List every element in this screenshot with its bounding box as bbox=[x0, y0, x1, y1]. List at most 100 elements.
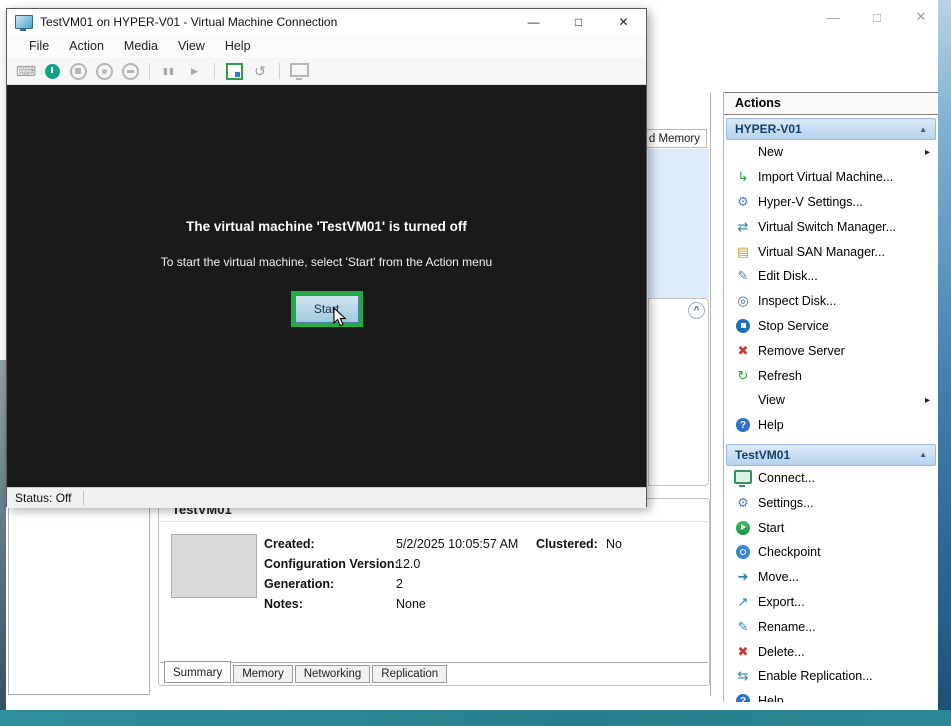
step-icon[interactable]: ▶ bbox=[182, 60, 208, 83]
submenu-arrow-icon: ▸ bbox=[925, 147, 930, 158]
ctrl-alt-del-keyboard-icon[interactable]: ⌨ bbox=[13, 60, 39, 83]
action-help[interactable]: ? Help bbox=[724, 413, 938, 438]
tab-networking[interactable]: Networking bbox=[295, 665, 371, 683]
vmc-window-controls: — □ ✕ bbox=[511, 9, 646, 34]
turn-off-icon[interactable] bbox=[65, 60, 91, 83]
highlight-annotation-box: Start bbox=[291, 291, 363, 327]
enhanced-session-icon[interactable] bbox=[286, 60, 312, 83]
vmc-titlebar[interactable]: TestVM01 on HYPER-V01 - Virtual Machine … bbox=[7, 9, 646, 34]
field-label-configuration-version: Configuration Version: bbox=[264, 557, 399, 571]
action-delete[interactable]: ✖ Delete... bbox=[724, 639, 938, 664]
manager-minimize-icon[interactable]: — bbox=[818, 4, 848, 30]
action-vm-help[interactable]: ? Help bbox=[724, 689, 938, 702]
manager-close-icon[interactable]: ✕ bbox=[906, 4, 936, 30]
checkpoint-toolbar-icon[interactable] bbox=[221, 60, 247, 83]
group-header-label: TestVM01 bbox=[735, 448, 790, 462]
pause-glyph: ▮▮ bbox=[163, 66, 175, 77]
action-label: Refresh bbox=[758, 369, 802, 383]
action-remove-server[interactable]: ✖ Remove Server bbox=[724, 338, 938, 363]
vmconnect-app-icon bbox=[15, 15, 33, 29]
action-stop-service[interactable]: Stop Service bbox=[724, 314, 938, 339]
vmc-minimize-icon[interactable]: — bbox=[511, 9, 556, 34]
action-checkpoint[interactable]: Checkpoint bbox=[724, 540, 938, 565]
step-glyph: ▶ bbox=[191, 66, 199, 77]
action-start[interactable]: Start bbox=[724, 515, 938, 540]
action-view[interactable]: View ▸ bbox=[724, 388, 938, 413]
actions-group-header-testvm01[interactable]: TestVM01 ▲ bbox=[726, 444, 936, 466]
viewport-start-button[interactable]: Start bbox=[295, 295, 359, 323]
field-label-clustered: Clustered: bbox=[536, 537, 598, 551]
menu-media[interactable]: Media bbox=[114, 36, 168, 56]
save-circle bbox=[122, 63, 139, 80]
vmc-maximize-icon[interactable]: □ bbox=[556, 9, 601, 34]
tab-replication[interactable]: Replication bbox=[372, 665, 447, 683]
action-label: Virtual SAN Manager... bbox=[758, 245, 885, 259]
field-label-notes: Notes: bbox=[264, 597, 303, 611]
menu-file[interactable]: File bbox=[19, 36, 59, 56]
refresh-icon: ↻ bbox=[734, 368, 752, 384]
icon-slot bbox=[734, 472, 752, 484]
collapse-chevron-icon[interactable]: ^ bbox=[688, 302, 705, 319]
shut-down-icon[interactable] bbox=[91, 60, 117, 83]
save-state-icon[interactable] bbox=[117, 60, 143, 83]
rename-icon: ✎ bbox=[734, 619, 752, 635]
revert-glyph: ↺ bbox=[254, 63, 266, 80]
field-label-created: Created: bbox=[264, 537, 315, 551]
action-virtual-switch-manager[interactable]: ⇄ Virtual Switch Manager... bbox=[724, 214, 938, 239]
action-label: Connect... bbox=[758, 471, 815, 485]
manager-window-controls: — □ ✕ bbox=[818, 4, 936, 30]
virtual-san-icon: ▤ bbox=[734, 244, 752, 260]
vm-details-panel: TestVM01 Created: 5/2/2025 10:05:57 AM C… bbox=[158, 498, 710, 686]
actions-group-header-hyperv01[interactable]: HYPER-V01 ▲ bbox=[726, 118, 936, 140]
settings-gear-icon: ⚙ bbox=[734, 194, 752, 210]
icon-slot: ? bbox=[734, 694, 752, 702]
action-label: New bbox=[758, 145, 783, 159]
action-hyperv-settings[interactable]: ⚙ Hyper-V Settings... bbox=[724, 190, 938, 215]
menu-help[interactable]: Help bbox=[215, 36, 261, 56]
action-new[interactable]: New ▸ bbox=[724, 140, 938, 165]
action-move[interactable]: ➜ Move... bbox=[724, 565, 938, 590]
action-inspect-disk[interactable]: ◎ Inspect Disk... bbox=[724, 289, 938, 314]
action-label: Remove Server bbox=[758, 344, 845, 358]
stop-service-icon bbox=[736, 319, 750, 333]
vmc-statusbar: Status: Off bbox=[7, 487, 646, 508]
action-connect[interactable]: Connect... bbox=[724, 466, 938, 491]
action-label: Stop Service bbox=[758, 319, 829, 333]
toolbar-separator bbox=[149, 63, 150, 79]
vm-list-selected-row-fragment[interactable] bbox=[648, 149, 709, 298]
power-start-icon[interactable] bbox=[39, 60, 65, 83]
field-label-generation: Generation: bbox=[264, 577, 334, 591]
edit-disk-icon: ✎ bbox=[734, 268, 752, 284]
tab-summary[interactable]: Summary bbox=[164, 661, 231, 683]
status-text: Status: Off bbox=[15, 491, 71, 505]
icon-slot bbox=[734, 319, 752, 333]
revert-icon[interactable]: ↺ bbox=[247, 60, 273, 83]
action-enable-replication[interactable]: ⇆ Enable Replication... bbox=[724, 664, 938, 689]
action-import-virtual-machine[interactable]: ↳ Import Virtual Machine... bbox=[724, 165, 938, 190]
manager-maximize-icon[interactable]: □ bbox=[862, 4, 892, 30]
menu-action[interactable]: Action bbox=[59, 36, 114, 56]
menu-view[interactable]: View bbox=[168, 36, 215, 56]
action-vm-settings[interactable]: ⚙ Settings... bbox=[724, 490, 938, 515]
tab-memory[interactable]: Memory bbox=[233, 665, 293, 683]
action-refresh[interactable]: ↻ Refresh bbox=[724, 363, 938, 388]
action-label: Edit Disk... bbox=[758, 269, 818, 283]
action-rename[interactable]: ✎ Rename... bbox=[724, 614, 938, 639]
vmc-toolbar: ⌨ ▮▮ ▶ ↺ bbox=[7, 58, 646, 85]
inspect-disk-icon: ◎ bbox=[734, 293, 752, 309]
vm-viewport[interactable]: The virtual machine 'TestVM01' is turned… bbox=[7, 85, 646, 487]
shutdown-circle bbox=[96, 63, 113, 80]
action-edit-disk[interactable]: ✎ Edit Disk... bbox=[724, 264, 938, 289]
vmc-menubar: File Action Media View Help bbox=[7, 34, 646, 58]
toolbar-separator bbox=[214, 63, 215, 79]
virtual-switch-icon: ⇄ bbox=[734, 219, 752, 235]
connect-monitor-icon bbox=[734, 470, 752, 484]
action-label: Start bbox=[758, 521, 784, 535]
vmc-close-icon[interactable]: ✕ bbox=[601, 9, 646, 34]
desktop-wallpaper-bottom bbox=[0, 710, 951, 726]
pause-icon[interactable]: ▮▮ bbox=[156, 60, 182, 83]
action-export[interactable]: ↗ Export... bbox=[724, 590, 938, 615]
action-virtual-san-manager[interactable]: ▤ Virtual SAN Manager... bbox=[724, 239, 938, 264]
window-title: TestVM01 on HYPER-V01 - Virtual Machine … bbox=[40, 15, 337, 29]
action-label: Move... bbox=[758, 570, 799, 584]
